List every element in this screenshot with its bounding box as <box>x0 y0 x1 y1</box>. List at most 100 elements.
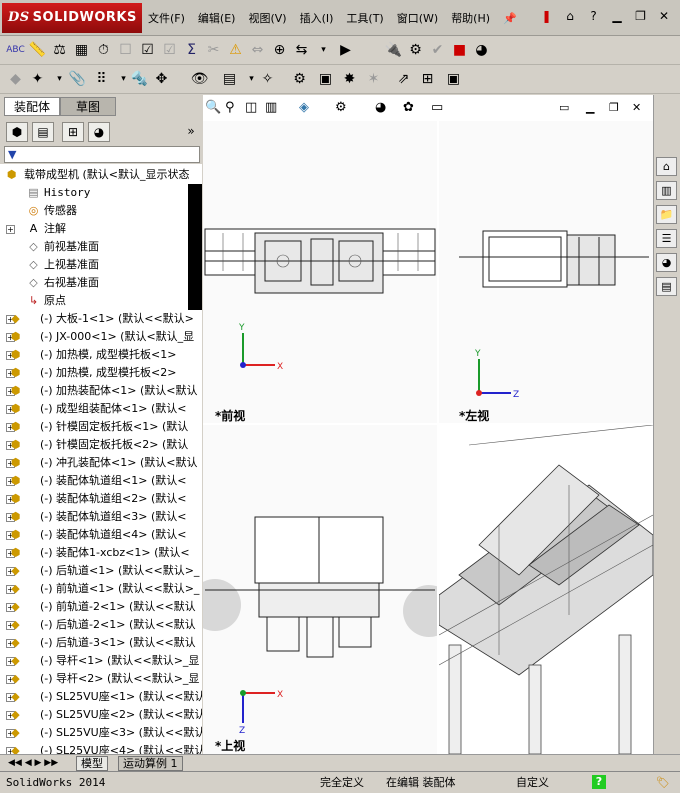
show-hidden-icon[interactable]: 👁 <box>190 70 209 89</box>
configuration-manager-tab[interactable]: ⊞ <box>62 122 84 142</box>
exploded-view-icon[interactable]: ✸ <box>340 70 359 89</box>
new-part-icon[interactable]: ✦ <box>28 70 47 89</box>
performance-icon[interactable]: ⏱ <box>94 41 113 60</box>
tree-item[interactable]: ↳ 原点 <box>0 292 200 310</box>
tree-item[interactable]: + ◆ (-) 前轨道-2<1> (默认<<默认 <box>0 598 200 616</box>
tree-item[interactable]: + ⬢ (-) 装配体1-xcbz<1> (默认< <box>0 544 200 562</box>
dropdown-arrow-icon[interactable]: ▾ <box>314 41 333 60</box>
warning-icon[interactable]: ⚠ <box>226 41 245 60</box>
section-properties-icon[interactable]: ▦ <box>72 41 91 60</box>
status-tag-icon[interactable]: 🏷 <box>656 775 670 790</box>
spell-check-icon[interactable]: ABC <box>6 41 25 60</box>
hole-alignment-icon[interactable]: ⊕ <box>270 41 289 60</box>
menu-file[interactable]: 文件(F) <box>148 10 185 26</box>
instant3d-icon[interactable]: ⇗ <box>394 70 413 89</box>
viewport-restore-icon[interactable]: ❐ <box>609 100 619 116</box>
checkbox-icon[interactable]: ☑ <box>138 41 157 60</box>
check-disabled-icon[interactable]: ☑ <box>160 41 179 60</box>
top-view-pane[interactable]: X Z *上视 <box>203 425 437 754</box>
tab-model[interactable]: 模型 <box>76 756 108 771</box>
tree-item[interactable]: + ⬢ (-) 装配体轨道组<3> (默认< <box>0 508 200 526</box>
viewport-minimize-icon[interactable]: ▁ <box>586 100 594 116</box>
snapshot-icon[interactable]: ▣ <box>444 70 463 89</box>
custom-properties-icon[interactable]: ▤ <box>656 277 677 296</box>
home-icon[interactable]: ⌂ <box>560 6 580 26</box>
section-view-icon[interactable]: ▥ <box>265 100 277 116</box>
tree-item[interactable]: + ⬢ (-) JX-000<1> (默认<默认_显 <box>0 328 200 346</box>
pin-icon[interactable]: 📌 <box>503 12 517 25</box>
tree-item[interactable]: ◇ 前视基准面 <box>0 238 200 256</box>
tree-item[interactable]: + ◆ (-) SL25VU座<1> (默认<<默认 <box>0 688 202 706</box>
view-orientation-icon[interactable]: ◈ <box>299 100 309 116</box>
equations-icon[interactable]: Σ <box>182 41 201 60</box>
tree-item[interactable]: + ⬢ (-) 成型组装配体<1> (默认< <box>0 400 200 418</box>
tree-item[interactable]: ▤ History <box>0 184 200 202</box>
compare-icon[interactable]: ⇆ <box>292 41 311 60</box>
front-view-pane[interactable]: Y X *前视 <box>203 121 437 423</box>
tree-item[interactable]: + ⬢ (-) 装配体轨道组<4> (默认< <box>0 526 200 544</box>
insert-component-icon[interactable]: ◆ <box>6 70 25 89</box>
linear-pattern-icon[interactable]: ⠿ <box>92 70 111 89</box>
tree-item[interactable]: + ◆ (-) 后轨道<1> (默认<<默认>_ <box>0 562 200 580</box>
tree-item[interactable]: + ◆ (-) SL25VU座<4> (默认<<默认 <box>0 742 202 754</box>
restore-button[interactable]: ❐ <box>631 6 651 26</box>
tab-scroll-arrows[interactable]: ◀◀ ◀ ▶ ▶▶ <box>4 756 62 771</box>
menu-tools[interactable]: 工具(T) <box>346 10 383 26</box>
feature-manager-tab[interactable]: ⬢ <box>6 122 28 142</box>
smart-fasteners-icon[interactable]: 🔩 <box>130 70 149 89</box>
tree-item[interactable]: + ⬢ (-) 加热模, 成型模托板<2> <box>0 364 200 382</box>
isometric-view-pane[interactable] <box>439 425 653 754</box>
verify-icon[interactable]: ✔ <box>428 41 447 60</box>
tab-sketch[interactable]: 草图 <box>60 97 116 116</box>
menu-insert[interactable]: 插入(I) <box>300 10 334 26</box>
display-manager-tab[interactable]: ◕ <box>88 122 110 142</box>
menu-help[interactable]: 帮助(H) <box>451 10 490 26</box>
appearances-icon[interactable]: ◕ <box>656 253 677 272</box>
menu-window[interactable]: 窗口(W) <box>397 10 438 26</box>
interference-icon[interactable]: ✂ <box>204 41 223 60</box>
hide-show-items-icon[interactable]: ◕ <box>375 100 386 116</box>
color-icon[interactable]: ■ <box>450 41 469 60</box>
graphics-area[interactable]: 🔍 ⚲ ◫ ▥ ◈ ⚙ ◕ ✿ ▭ ▭ ▁ ❐ ✕ Y X *前视 Y Z *左… <box>203 95 653 754</box>
more-tabs-chevron-icon[interactable]: » <box>180 122 202 142</box>
tree-item[interactable]: ◇ 右视基准面 <box>0 274 200 292</box>
reference-geometry-icon[interactable]: ✧ <box>258 70 277 89</box>
tree-item[interactable]: + ⬢ (-) 针模固定板托板<2> (默认 <box>0 436 200 454</box>
tree-item[interactable]: + ◆ (-) 后轨道-3<1> (默认<<默认 <box>0 634 200 652</box>
expand-toggle[interactable]: + <box>6 225 15 234</box>
tree-item[interactable]: + ⬢ (-) 针模固定板托板<1> (默认 <box>0 418 200 436</box>
status-custom[interactable]: 自定义 <box>516 775 549 790</box>
appearance-icon[interactable]: ◕ <box>472 41 491 60</box>
new-motion-study-icon[interactable]: ⚙ <box>290 70 309 89</box>
tree-item[interactable]: + ◆ (-) 后轨道-2<1> (默认<<默认 <box>0 616 200 634</box>
traffic-light-icon[interactable]: ❚ <box>537 6 557 26</box>
tree-item[interactable]: + ◆ (-) 大板-1<1> (默认<<默认> <box>0 310 200 328</box>
file-explorer-icon[interactable]: 📁 <box>656 205 677 224</box>
explode-line-icon[interactable]: ✶ <box>364 70 383 89</box>
zoom-area-icon[interactable]: ⚲ <box>225 100 235 116</box>
options-icon[interactable]: ⚙ <box>406 41 425 60</box>
clearance-icon[interactable]: ⇔ <box>248 41 267 60</box>
solidworks-logo[interactable]: DS SOLIDWORKS <box>2 3 142 33</box>
minimize-button[interactable]: ▁ <box>607 6 627 26</box>
left-view-pane[interactable]: Y Z *左视 <box>439 121 653 423</box>
viewport-options-icon[interactable]: ▭ <box>559 100 569 116</box>
tree-item[interactable]: + ◆ (-) 导杆<1> (默认<<默认>_显 <box>0 652 200 670</box>
bill-of-materials-icon[interactable]: ▣ <box>316 70 335 89</box>
edit-appearance-icon[interactable]: ✿ <box>403 100 414 116</box>
assembly-features-icon[interactable]: ▤ <box>220 70 239 89</box>
tree-item[interactable]: + ⬢ (-) 加热装配体<1> (默认<默认 <box>0 382 200 400</box>
addins-icon[interactable]: 🔌 <box>384 41 403 60</box>
menu-view[interactable]: 视图(V) <box>248 10 286 26</box>
close-button[interactable]: ✕ <box>654 6 674 26</box>
viewport-close-icon[interactable]: ✕ <box>632 100 641 116</box>
measure-icon[interactable]: 📏 <box>28 41 47 60</box>
tree-item[interactable]: ◎ 传感器 <box>0 202 200 220</box>
view-palette-icon[interactable]: ☰ <box>656 229 677 248</box>
tree-item[interactable]: + ◆ (-) SL25VU座<2> (默认<<默认 <box>0 706 202 724</box>
apply-scene-icon[interactable]: ▭ <box>431 100 443 116</box>
tree-item[interactable]: + ⬢ (-) 加热模, 成型模托板<1> <box>0 346 200 364</box>
tree-item[interactable]: + ◆ (-) 导杆<2> (默认<<默认>_显 <box>0 670 200 688</box>
move-component-icon[interactable]: ✥ <box>152 70 171 89</box>
property-manager-tab[interactable]: ▤ <box>32 122 54 142</box>
